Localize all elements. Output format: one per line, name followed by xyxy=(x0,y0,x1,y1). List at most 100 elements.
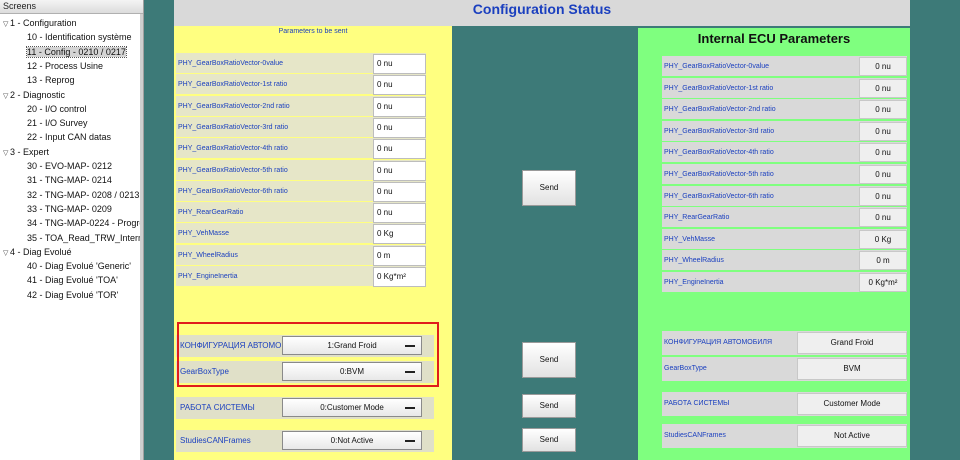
tree-item-label: 34 - TNG-MAP-0224 - Progres xyxy=(27,218,144,229)
tree-item-label: 4 - Diag Evolué xyxy=(10,246,72,257)
sent-parameters-header: Parameters to be sent xyxy=(278,28,348,35)
internal-param-label: PHY_GearBoxRatioVector-4th ratio xyxy=(664,149,774,157)
sent-param-label: PHY_GearBoxRatioVector-5th ratio xyxy=(178,166,288,174)
tree-item[interactable]: 40 - Diag Evolué 'Generic' xyxy=(27,260,131,274)
tree-item-label: 33 - TNG-MAP- 0209 xyxy=(27,203,112,214)
tree-item-label: 20 - I/O control xyxy=(27,103,87,114)
tree-item[interactable]: 41 - Diag Evolué 'TOA' xyxy=(27,274,118,288)
sent-param-row: PHY_RearGearRatio 0 nu xyxy=(176,202,426,224)
send-button-config[interactable]: Send xyxy=(522,342,576,378)
tree-item[interactable]: ▽ 4 - Diag Evolué xyxy=(3,246,72,260)
internal-config-value: Not Active xyxy=(797,425,907,447)
internal-param-row: PHY_GearBoxRatioVector-0value 0 nu xyxy=(662,56,907,77)
tree-item[interactable]: 11 - Config - 0210 / 0217 xyxy=(26,45,127,60)
internal-param-row: PHY_GearBoxRatioVector-2nd ratio 0 nu xyxy=(662,99,907,121)
internal-param-row: PHY_GearBoxRatioVector-1st ratio 0 nu xyxy=(662,77,907,99)
sent-param-label: PHY_GearBoxRatioVector-3rd ratio xyxy=(178,123,289,131)
config-dropdown[interactable]: 0:Not Active xyxy=(282,431,422,450)
tree-item[interactable]: 32 - TNG-MAP- 0208 / 0213 xyxy=(27,189,139,203)
tree-item[interactable]: ▽ 2 - Diagnostic xyxy=(3,89,65,103)
dropdown-value: 0:Customer Mode xyxy=(320,403,384,412)
internal-param-row: PHY_GearBoxRatioVector-6th ratio 0 nu xyxy=(662,185,907,207)
sent-param-label: PHY_EngineInertia xyxy=(178,273,238,280)
collapse-toggle-icon[interactable]: ▽ xyxy=(3,18,10,31)
sent-param-input[interactable]: 0 nu xyxy=(373,203,426,224)
tree-item-label: 21 - I/O Survey xyxy=(27,118,88,129)
sent-parameters-panel: Parameters to be sent PHY_GearBoxRatioVe… xyxy=(174,26,452,460)
internal-param-label: PHY_GearBoxRatioVector-1st ratio xyxy=(664,84,774,92)
internal-param-value: 0 nu xyxy=(859,165,907,184)
tree-item-label: 40 - Diag Evolué 'Generic' xyxy=(27,261,131,272)
tree-item-label: 41 - Diag Evolué 'TOA' xyxy=(27,275,118,286)
internal-config-label: GearBoxType xyxy=(664,365,707,372)
tree-item-label: 12 - Process Usine xyxy=(27,60,104,71)
sent-param-input[interactable]: 0 nu xyxy=(373,75,426,96)
collapse-toggle-icon[interactable]: ▽ xyxy=(3,90,10,103)
internal-param-value: 0 Kg xyxy=(859,229,907,249)
sent-param-row: PHY_EngineInertia 0 Kg*m² xyxy=(176,266,426,287)
internal-config-value: Customer Mode xyxy=(797,393,907,415)
tree-item[interactable]: 42 - Diag Evolué 'TOR' xyxy=(27,289,118,303)
main-area: Configuration Status Parameters to be se… xyxy=(148,0,960,460)
internal-param-label: PHY_GearBoxRatioVector-2nd ratio xyxy=(664,106,776,114)
tree-item[interactable]: 34 - TNG-MAP-0224 - Progres xyxy=(27,217,144,231)
tree-item[interactable]: 20 - I/O control xyxy=(27,103,87,117)
internal-config-value: BVM xyxy=(797,358,907,380)
send-button-studies[interactable]: Send xyxy=(522,428,576,452)
tree-scrollbar[interactable] xyxy=(140,14,143,460)
config-dropdown[interactable]: 0:Customer Mode xyxy=(282,398,422,417)
tree-item[interactable]: 22 - Input CAN datas xyxy=(27,131,111,145)
sent-param-input[interactable]: 0 m xyxy=(373,245,426,266)
sent-param-label: PHY_GearBoxRatioVector-4th ratio xyxy=(178,145,288,153)
sent-param-label: PHY_GearBoxRatioVector-2nd ratio xyxy=(178,102,290,110)
tree-item-label: 13 - Reprog xyxy=(27,75,75,86)
tree-item[interactable]: 35 - TOA_Read_TRW_Internal_ xyxy=(27,232,143,246)
sent-param-input[interactable]: 0 nu xyxy=(373,117,426,138)
tree-item[interactable]: 13 - Reprog xyxy=(27,74,75,88)
tree-item-label: 32 - TNG-MAP- 0208 / 0213 xyxy=(27,189,140,200)
sent-param-row: PHY_GearBoxRatioVector-2nd ratio 0 nu xyxy=(176,95,426,117)
sent-param-input[interactable]: 0 Kg xyxy=(373,224,426,245)
internal-param-value: 0 nu xyxy=(859,186,907,206)
internal-param-label: PHY_GearBoxRatioVector-6th ratio xyxy=(664,192,774,200)
internal-param-row: PHY_RearGearRatio 0 nu xyxy=(662,207,907,229)
internal-param-value: 0 Kg*m² xyxy=(859,273,907,292)
internal-param-value: 0 nu xyxy=(859,57,907,76)
sent-param-label: PHY_GearBoxRatioVector-0value xyxy=(178,60,284,67)
collapse-toggle-icon[interactable]: ▽ xyxy=(3,147,10,160)
send-button-params[interactable]: Send xyxy=(522,170,576,206)
collapse-toggle-icon[interactable]: ▽ xyxy=(3,247,10,260)
tree-item-label: 2 - Diagnostic xyxy=(10,89,66,100)
internal-config-label: StudiesCANFrames xyxy=(664,432,726,439)
tree-item[interactable]: ▽ 3 - Expert xyxy=(3,146,49,160)
screens-tree-panel: Screens ▽ 1 - Configuration 10 - Identific… xyxy=(0,0,144,460)
internal-param-row: PHY_VehMasse 0 Kg xyxy=(662,228,907,250)
sent-param-input[interactable]: 0 nu xyxy=(373,181,426,202)
internal-param-value: 0 m xyxy=(859,251,907,271)
sent-param-input[interactable]: 0 nu xyxy=(373,96,426,117)
tree-item[interactable]: 10 - Identification système xyxy=(27,31,132,45)
sent-param-input[interactable]: 0 Kg*m² xyxy=(373,267,426,287)
tree-item[interactable]: 30 - EVO-MAP- 0212 xyxy=(27,160,112,174)
sent-param-label: PHY_GearBoxRatioVector-1st ratio xyxy=(178,81,288,89)
sent-param-row: PHY_GearBoxRatioVector-5th ratio 0 nu xyxy=(176,159,426,181)
tree-item-label: 30 - EVO-MAP- 0212 xyxy=(27,161,113,171)
internal-config-label: КОНФИГУРАЦИЯ АВТОМОБИЛЯ xyxy=(664,339,772,346)
tree-item[interactable]: 12 - Process Usine xyxy=(27,60,103,74)
tree-item[interactable]: 33 - TNG-MAP- 0209 xyxy=(27,203,112,217)
internal-param-value: 0 nu xyxy=(859,121,907,141)
tree-item[interactable]: 31 - TNG-MAP- 0214 xyxy=(27,174,112,188)
sent-param-input[interactable]: 0 nu xyxy=(373,139,426,160)
tree-item[interactable]: 21 - I/O Survey xyxy=(27,117,88,131)
internal-config-row: КОНФИГУРАЦИЯ АВТОМОБИЛЯ Grand Froid xyxy=(662,331,907,355)
internal-param-label: PHY_WheelRadius xyxy=(664,257,724,265)
tree-item[interactable]: ▽ 1 - Configuration xyxy=(3,17,77,31)
sent-param-label: PHY_VehMasse xyxy=(178,230,229,238)
internal-param-row: PHY_WheelRadius 0 m xyxy=(662,250,907,272)
sent-param-input[interactable]: 0 nu xyxy=(373,54,426,74)
sent-param-input[interactable]: 0 nu xyxy=(373,160,426,181)
internal-ecu-panel: Internal ECU Parameters PHY_GearBoxRatio… xyxy=(638,28,910,460)
send-button-system[interactable]: Send xyxy=(522,394,576,418)
tree-header: Screens xyxy=(0,0,143,14)
sent-param-label: PHY_RearGearRatio xyxy=(178,209,244,217)
